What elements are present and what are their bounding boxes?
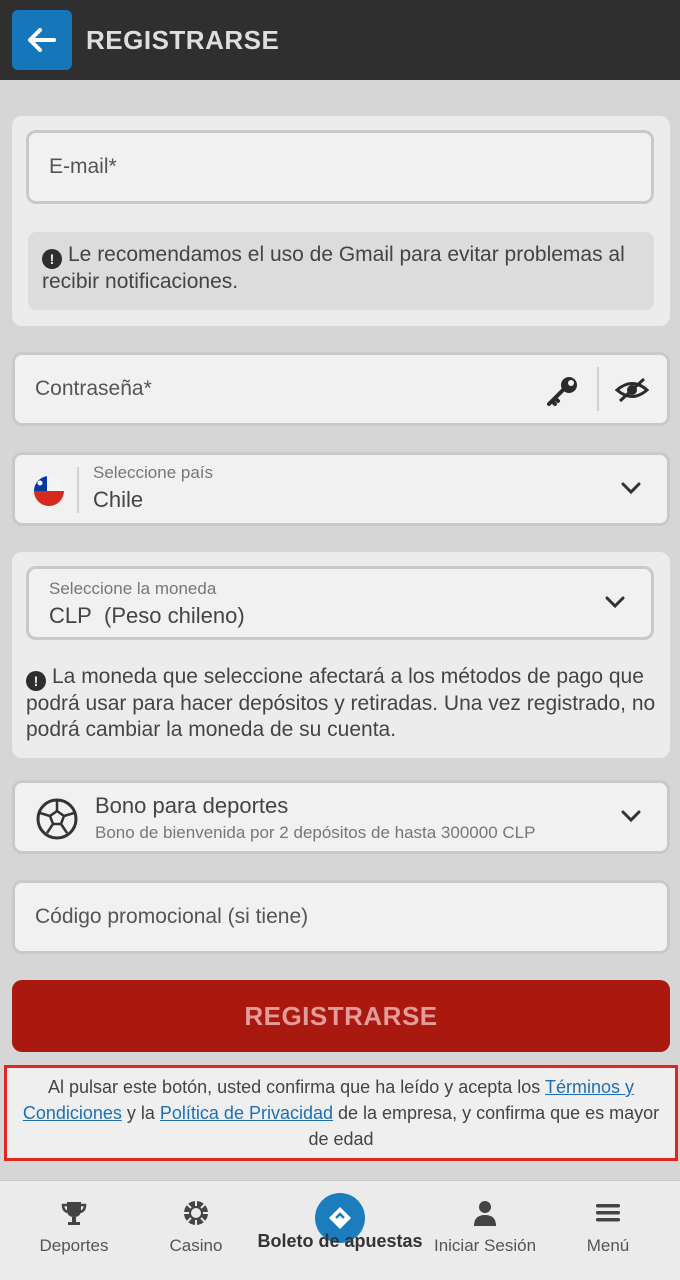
info-icon: ! <box>26 671 46 691</box>
consent-notice: Al pulsar este botón, usted confirma que… <box>4 1065 678 1161</box>
chevron-down-icon <box>621 482 641 495</box>
nav-login[interactable]: Iniciar Sesión <box>428 1199 542 1256</box>
email-placeholder: E-mail* <box>49 155 117 178</box>
nav-betslip-label: Boleto de apuestas <box>257 1231 423 1251</box>
country-label: Seleccione país <box>93 463 214 482</box>
chevron-down-icon <box>605 596 625 609</box>
currency-select[interactable]: Seleccione la moneda CLP (Peso chileno) <box>26 566 654 640</box>
currency-label: Seleccione la moneda <box>49 579 217 598</box>
country-value: Chile <box>93 487 144 512</box>
email-note-text: Le recomendamos el uso de Gmail para evi… <box>42 243 625 293</box>
currency-notice: ! La moneda que seleccione afectará a los… <box>26 664 656 743</box>
user-icon <box>474 1201 496 1226</box>
nav-sports-label: Deportes <box>39 1236 109 1255</box>
nav-betslip[interactable]: Boleto de apuestas <box>250 1231 430 1252</box>
email-field[interactable]: E-mail* <box>26 130 654 204</box>
casino-chip-icon <box>184 1201 208 1225</box>
info-icon: ! <box>42 249 62 269</box>
arrow-left-icon <box>28 28 56 52</box>
currency-name: (Peso chileno) <box>104 603 245 628</box>
flag-divider <box>77 467 79 513</box>
soccer-ball-icon <box>36 798 78 840</box>
nav-sports[interactable]: Deportes <box>22 1199 126 1256</box>
promo-code-field[interactable]: Código promocional (si tiene) <box>12 880 670 954</box>
nav-menu[interactable]: Menú <box>566 1199 650 1256</box>
currency-note-text: La moneda que seleccione afectará a los … <box>26 665 656 741</box>
consent-text-3: de la empresa, y confirma que es mayor d… <box>308 1103 660 1149</box>
eye-hidden-icon[interactable] <box>615 377 649 403</box>
back-button[interactable] <box>12 10 72 70</box>
email-notice: ! Le recomendamos el uso de Gmail para ev… <box>28 232 654 310</box>
chile-flag-icon <box>34 476 64 506</box>
key-icon[interactable] <box>545 375 579 407</box>
password-placeholder: Contraseña* <box>35 377 152 400</box>
privacy-link[interactable]: Política de Privacidad <box>160 1103 333 1123</box>
currency-card: Seleccione la moneda CLP (Peso chileno) … <box>12 552 670 758</box>
page-title: REGISTRARSE <box>86 24 280 55</box>
promo-placeholder: Código promocional (si tiene) <box>35 905 309 928</box>
hamburger-menu-icon <box>596 1204 620 1222</box>
nav-login-label: Iniciar Sesión <box>433 1236 537 1255</box>
consent-text-1: Al pulsar este botón, usted confirma que… <box>48 1077 545 1097</box>
nav-casino[interactable]: Casino <box>150 1199 242 1256</box>
nav-casino-label: Casino <box>169 1236 223 1255</box>
ticket-icon <box>329 1207 351 1229</box>
trophy-icon <box>61 1202 87 1225</box>
consent-text-2: y la <box>121 1103 160 1123</box>
register-button[interactable]: REGISTRARSE <box>12 980 670 1052</box>
bonus-subtitle: Bono de bienvenida por 2 depósitos de ha… <box>95 823 536 842</box>
email-card: E-mail* ! Le recomendamos el uso de Gmail… <box>12 116 670 326</box>
country-select[interactable]: Seleccione país Chile <box>12 452 670 526</box>
bonus-select[interactable]: Bono para deportes Bono de bienvenida po… <box>12 780 670 854</box>
field-divider <box>597 367 599 411</box>
currency-code: CLP <box>49 603 92 628</box>
top-bar: REGISTRARSE <box>0 0 680 80</box>
chevron-down-icon <box>621 810 641 823</box>
bonus-title: Bono para deportes <box>95 793 289 818</box>
bottom-navigation: Deportes Casino Boleto de apuestas Inici… <box>0 1180 680 1280</box>
password-field[interactable]: Contraseña* <box>12 352 670 426</box>
nav-menu-label: Menú <box>586 1236 630 1255</box>
